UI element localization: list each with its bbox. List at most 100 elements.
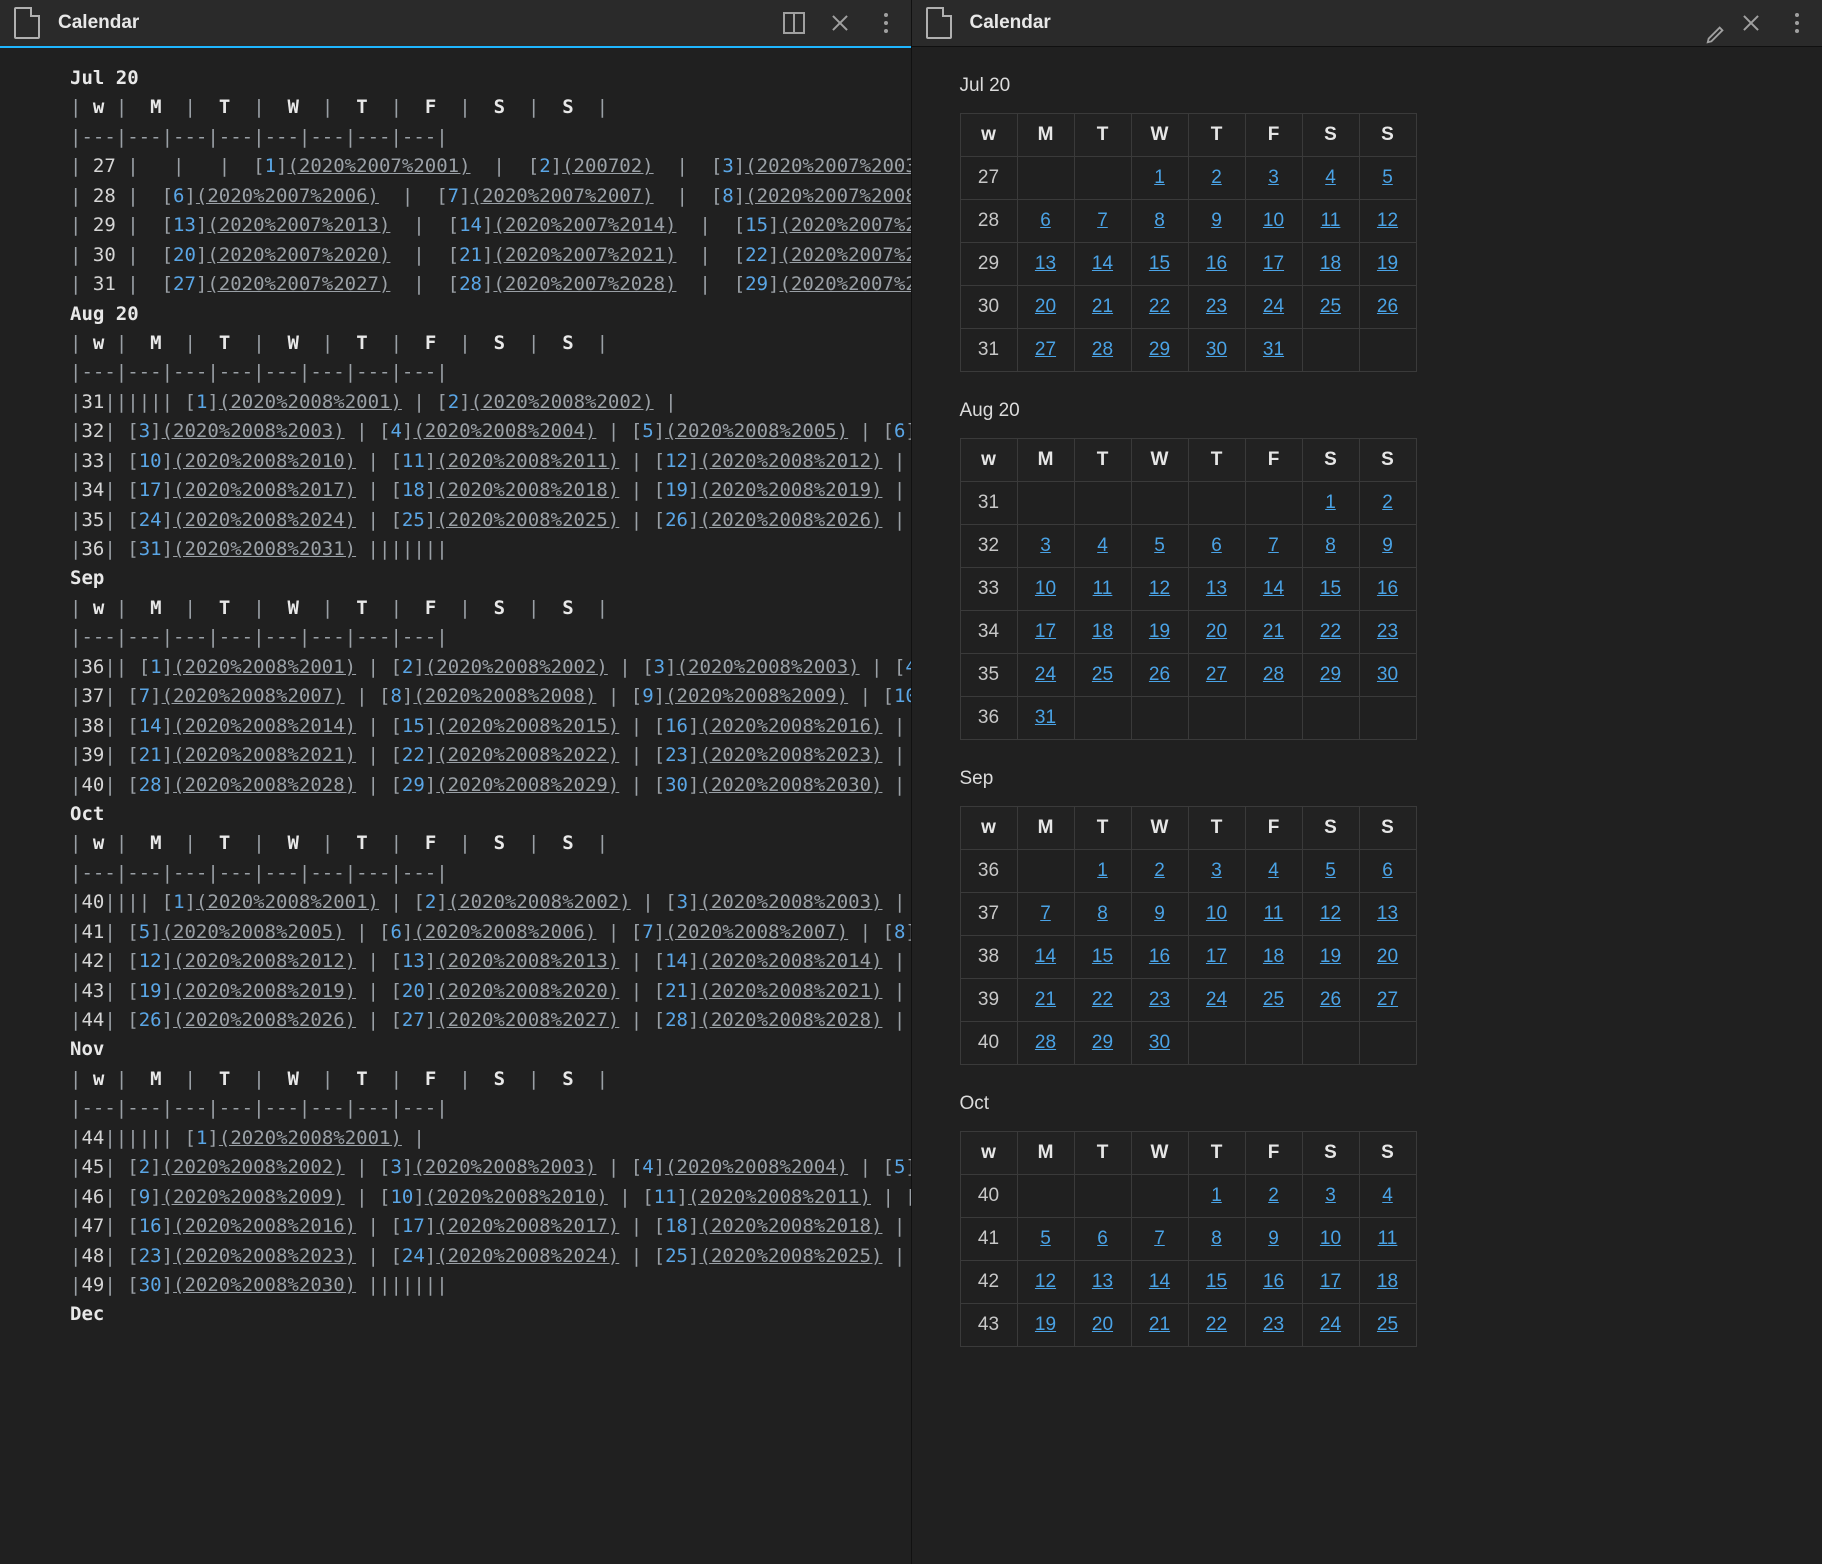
day-link[interactable]: 6	[1040, 210, 1051, 231]
day-cell[interactable]: 13	[1188, 568, 1245, 611]
day-link[interactable]: 16	[1263, 1271, 1284, 1292]
day-cell[interactable]: 8	[1188, 1218, 1245, 1261]
day-link[interactable]: 26	[1320, 989, 1341, 1010]
day-cell[interactable]: 7	[1245, 525, 1302, 568]
day-cell[interactable]: 3	[1188, 850, 1245, 893]
day-link[interactable]: 19	[1149, 621, 1170, 642]
day-cell[interactable]: 16	[1188, 243, 1245, 286]
day-cell[interactable]: 7	[1131, 1218, 1188, 1261]
day-link[interactable]: 9	[1154, 903, 1165, 924]
source-content[interactable]: Jul 20 | w | M | T | W | T | F | S | S |…	[0, 48, 911, 1564]
day-link[interactable]: 16	[1149, 946, 1170, 967]
day-cell[interactable]: 19	[1131, 611, 1188, 654]
day-link[interactable]: 6	[1211, 535, 1222, 556]
day-link[interactable]: 21	[1263, 621, 1284, 642]
day-cell[interactable]: 6	[1359, 850, 1416, 893]
day-link[interactable]: 26	[1149, 664, 1170, 685]
day-cell[interactable]: 14	[1245, 568, 1302, 611]
day-link[interactable]: 28	[1035, 1032, 1056, 1053]
day-cell[interactable]: 19	[1017, 1304, 1074, 1347]
day-link[interactable]: 30	[1377, 664, 1398, 685]
day-link[interactable]: 23	[1377, 621, 1398, 642]
day-cell[interactable]: 15	[1074, 936, 1131, 979]
day-cell[interactable]: 2	[1359, 482, 1416, 525]
day-cell[interactable]: 31	[1245, 329, 1302, 372]
day-cell[interactable]: 9	[1359, 525, 1416, 568]
day-cell[interactable]: 21	[1074, 286, 1131, 329]
day-cell[interactable]: 16	[1245, 1261, 1302, 1304]
day-cell[interactable]: 23	[1245, 1304, 1302, 1347]
day-cell[interactable]: 1	[1131, 157, 1188, 200]
day-link[interactable]: 13	[1206, 578, 1227, 599]
day-link[interactable]: 2	[1211, 167, 1222, 188]
day-link[interactable]: 19	[1320, 946, 1341, 967]
day-link[interactable]: 25	[1092, 664, 1113, 685]
day-cell[interactable]: 22	[1302, 611, 1359, 654]
day-cell[interactable]: 5	[1017, 1218, 1074, 1261]
day-link[interactable]: 10	[1320, 1228, 1341, 1249]
day-link[interactable]: 8	[1325, 535, 1336, 556]
day-cell[interactable]: 20	[1074, 1304, 1131, 1347]
day-link[interactable]: 27	[1377, 989, 1398, 1010]
day-link[interactable]: 15	[1320, 578, 1341, 599]
day-link[interactable]: 23	[1263, 1314, 1284, 1335]
day-link[interactable]: 1	[1154, 167, 1165, 188]
more-icon[interactable]	[1786, 12, 1808, 34]
day-cell[interactable]: 17	[1017, 611, 1074, 654]
day-link[interactable]: 16	[1377, 578, 1398, 599]
day-cell[interactable]: 27	[1017, 329, 1074, 372]
day-cell[interactable]: 6	[1188, 525, 1245, 568]
day-cell[interactable]: 13	[1017, 243, 1074, 286]
day-link[interactable]: 10	[1035, 578, 1056, 599]
day-cell[interactable]: 22	[1131, 286, 1188, 329]
day-cell[interactable]: 26	[1302, 979, 1359, 1022]
day-cell[interactable]: 26	[1359, 286, 1416, 329]
day-cell[interactable]: 22	[1074, 979, 1131, 1022]
day-cell[interactable]: 14	[1074, 243, 1131, 286]
day-link[interactable]: 6	[1097, 1228, 1108, 1249]
day-link[interactable]: 2	[1268, 1185, 1279, 1206]
day-link[interactable]: 5	[1040, 1228, 1051, 1249]
day-cell[interactable]: 13	[1074, 1261, 1131, 1304]
day-link[interactable]: 20	[1035, 296, 1056, 317]
day-link[interactable]: 18	[1263, 946, 1284, 967]
day-cell[interactable]: 20	[1188, 611, 1245, 654]
day-cell[interactable]: 6	[1074, 1218, 1131, 1261]
day-link[interactable]: 4	[1382, 1185, 1393, 1206]
close-icon[interactable]	[829, 12, 851, 34]
day-link[interactable]: 1	[1325, 492, 1336, 513]
day-link[interactable]: 17	[1035, 621, 1056, 642]
day-cell[interactable]: 9	[1188, 200, 1245, 243]
day-link[interactable]: 8	[1154, 210, 1165, 231]
day-link[interactable]: 31	[1035, 707, 1056, 728]
day-cell[interactable]: 17	[1245, 243, 1302, 286]
day-link[interactable]: 8	[1211, 1228, 1222, 1249]
day-link[interactable]: 8	[1097, 903, 1108, 924]
day-link[interactable]: 24	[1206, 989, 1227, 1010]
day-link[interactable]: 24	[1035, 664, 1056, 685]
day-link[interactable]: 20	[1377, 946, 1398, 967]
day-cell[interactable]: 3	[1302, 1175, 1359, 1218]
day-link[interactable]: 18	[1092, 621, 1113, 642]
split-view-icon[interactable]	[783, 12, 805, 34]
day-cell[interactable]: 11	[1302, 200, 1359, 243]
day-link[interactable]: 4	[1325, 167, 1336, 188]
day-link[interactable]: 21	[1092, 296, 1113, 317]
day-cell[interactable]: 2	[1245, 1175, 1302, 1218]
day-link[interactable]: 22	[1206, 1314, 1227, 1335]
day-cell[interactable]: 25	[1359, 1304, 1416, 1347]
day-cell[interactable]: 1	[1302, 482, 1359, 525]
day-link[interactable]: 1	[1211, 1185, 1222, 1206]
day-link[interactable]: 23	[1206, 296, 1227, 317]
day-link[interactable]: 11	[1093, 578, 1113, 599]
day-cell[interactable]: 2	[1188, 157, 1245, 200]
day-cell[interactable]: 11	[1359, 1218, 1416, 1261]
day-cell[interactable]: 18	[1302, 243, 1359, 286]
day-cell[interactable]: 28	[1074, 329, 1131, 372]
day-cell[interactable]: 29	[1074, 1022, 1131, 1065]
day-cell[interactable]: 10	[1188, 893, 1245, 936]
day-link[interactable]: 12	[1149, 578, 1170, 599]
day-link[interactable]: 22	[1149, 296, 1170, 317]
day-link[interactable]: 30	[1149, 1032, 1170, 1053]
day-link[interactable]: 7	[1097, 210, 1108, 231]
